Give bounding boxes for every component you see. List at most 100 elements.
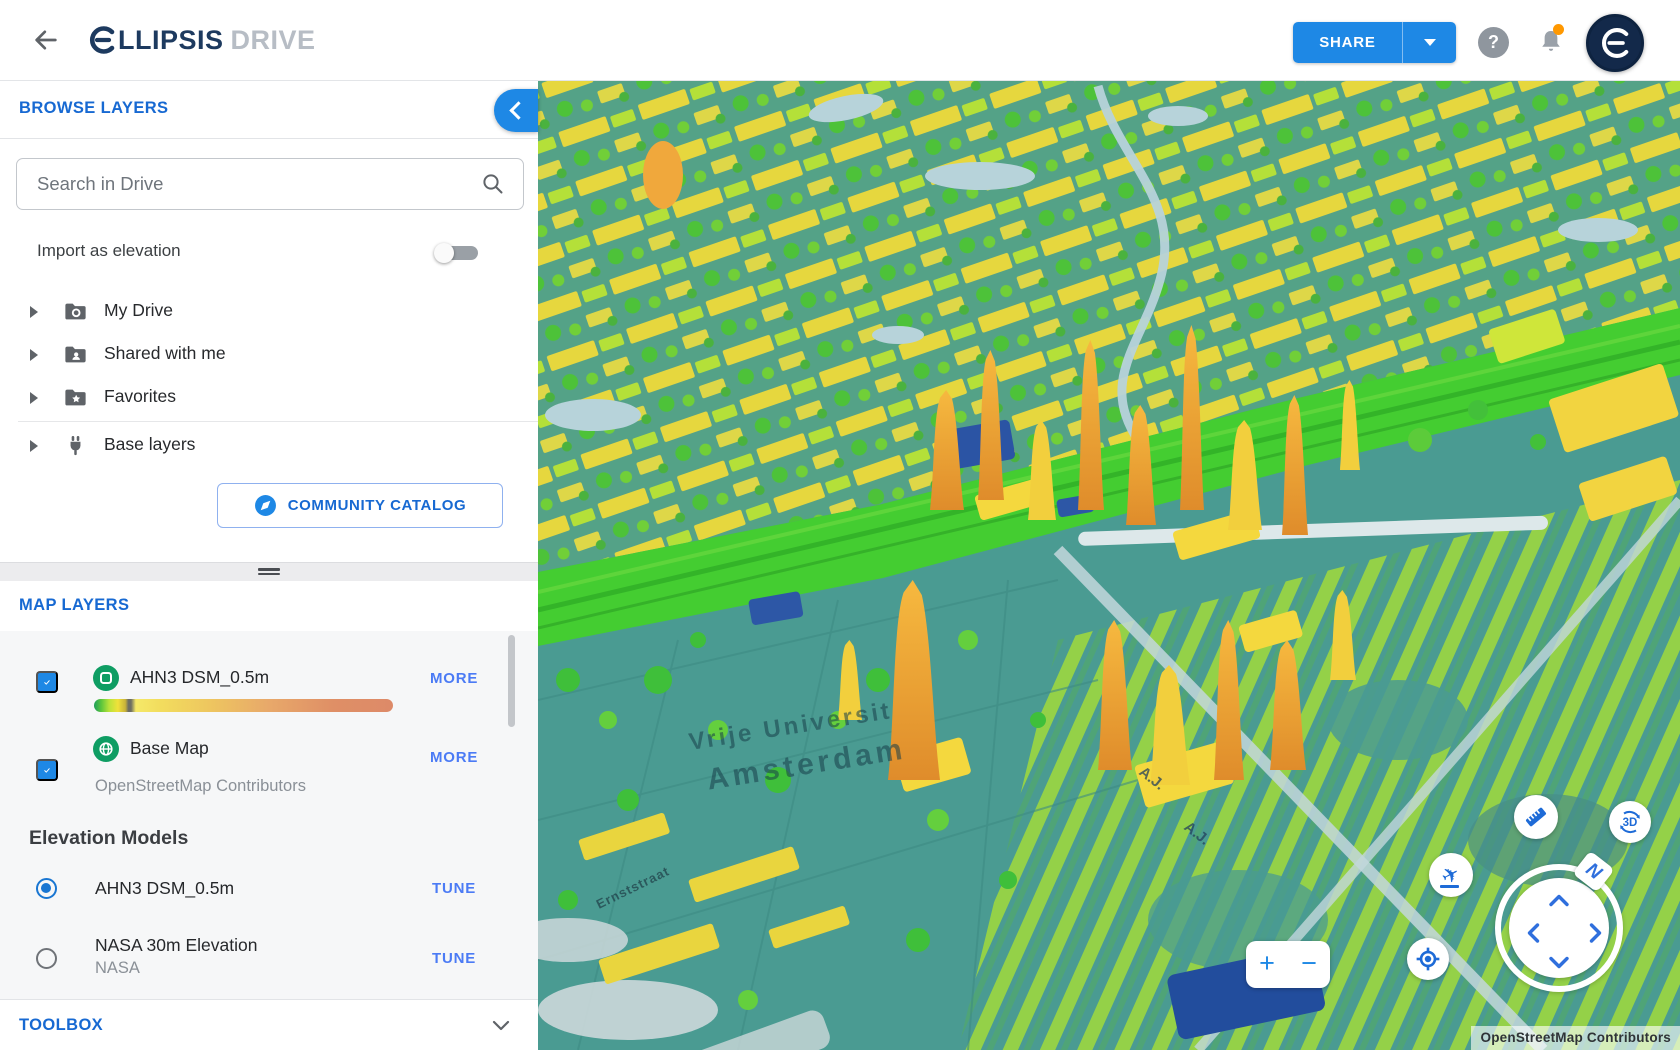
chevron-down-icon (1548, 956, 1570, 969)
import-as-elevation-row: Import as elevation (0, 226, 538, 278)
help-button[interactable]: ? (1478, 27, 1509, 58)
layer-checkbox[interactable] (36, 759, 58, 781)
search-box (16, 158, 524, 210)
layer-name: Base Map (130, 738, 209, 759)
toggle-3d-button[interactable]: 3D (1609, 801, 1651, 843)
fly-to-button[interactable]: ✈ (1429, 853, 1473, 897)
brand-secondary: DRIVE (231, 25, 316, 56)
toolbox-expand-button[interactable] (486, 1013, 512, 1039)
caret-down-icon (1424, 39, 1436, 46)
layer-checkbox[interactable] (36, 671, 58, 693)
app-logo: LLIPSIS DRIVE (88, 22, 316, 58)
drag-handle-icon (258, 568, 280, 575)
import-elevation-toggle[interactable] (434, 242, 480, 264)
toolbox-header[interactable]: TOOLBOX (0, 999, 538, 1050)
check-icon (44, 676, 50, 689)
collapse-sidebar-button[interactable] (494, 89, 538, 132)
browse-layers-header: BROWSE LAYERS (0, 80, 538, 139)
layer-subtitle: OpenStreetMap Contributors (95, 777, 306, 796)
caret-right-icon[interactable] (30, 440, 38, 452)
search-icon (481, 172, 505, 196)
locate-me-button[interactable] (1407, 938, 1449, 980)
rotate-3d-icon: 3D (1616, 808, 1644, 836)
elevation-model-radio-selected[interactable] (36, 878, 57, 899)
share-dropdown-button[interactable] (1402, 22, 1456, 63)
check-icon (44, 764, 50, 777)
import-as-elevation-label: Import as elevation (37, 241, 181, 261)
user-avatar[interactable] (1586, 14, 1644, 72)
layer-more-button[interactable]: MORE (424, 669, 484, 688)
community-catalog-label: COMMUNITY CATALOG (288, 497, 467, 514)
map-layers-title: MAP LAYERS (19, 596, 129, 615)
folder-star-icon (62, 384, 89, 411)
elevation-models-heading: Elevation Models (29, 827, 188, 850)
pan-right-button[interactable] (1583, 922, 1607, 942)
elevation-model-name: NASA 30m Elevation (95, 935, 257, 956)
caret-right-icon[interactable] (30, 306, 38, 318)
drive-tree: My Drive Shared with me Favorites (0, 290, 538, 467)
zoom-out-button[interactable]: − (1288, 941, 1330, 988)
elevation-colormap-legend (94, 699, 393, 712)
plane-takeoff-icon: ✈ (1438, 862, 1463, 889)
chevron-left-icon (1527, 922, 1540, 944)
raster-layer-icon (93, 665, 119, 691)
chevron-left-icon (509, 101, 527, 119)
browse-layers-title: BROWSE LAYERS (19, 99, 168, 118)
zoom-in-button[interactable]: + (1246, 941, 1288, 988)
back-arrow-icon (32, 26, 60, 54)
zoom-control: + − (1246, 941, 1330, 988)
tree-item-label: Base layers (104, 434, 195, 455)
chevron-right-icon (1589, 922, 1602, 944)
share-button[interactable]: SHARE (1293, 22, 1402, 63)
list-scrollbar[interactable] (508, 633, 515, 997)
map-attribution: OpenStreetMap Contributors (1471, 1026, 1680, 1050)
tree-item-shared-with-me[interactable]: Shared with me (0, 333, 538, 376)
tree-item-label: Favorites (104, 386, 176, 407)
community-catalog-button[interactable]: COMMUNITY CATALOG (217, 483, 503, 528)
map-viewport[interactable]: Vrije Universit Amsterdam A.J. A.J. Erns… (538, 80, 1680, 1050)
map-layers-list: AHN3 DSM_0.5m MORE Base Map Op (0, 631, 538, 999)
app-window: LLIPSIS DRIVE SHARE ? BROWSE LAYE (0, 0, 1680, 1050)
compass-icon (254, 494, 277, 517)
plane-ground-bar (1440, 885, 1459, 888)
notifications-button[interactable] (1530, 23, 1566, 61)
svg-text:3D: 3D (1623, 817, 1638, 829)
pan-down-button[interactable] (1547, 954, 1571, 974)
chevron-down-icon (492, 1020, 510, 1031)
elevation-model-subtitle: NASA (95, 959, 140, 978)
chevron-up-icon (1548, 894, 1570, 907)
locate-target-icon (1415, 946, 1441, 972)
map-layers-header: MAP LAYERS (0, 581, 538, 632)
back-button[interactable] (26, 24, 60, 58)
ellipsis-e-icon (88, 24, 116, 56)
pan-left-button[interactable] (1521, 922, 1545, 942)
tree-item-label: My Drive (104, 300, 173, 321)
top-bar: LLIPSIS DRIVE SHARE ? (0, 0, 1680, 81)
plug-icon (62, 432, 89, 459)
caret-right-icon[interactable] (30, 349, 38, 361)
notification-dot (1553, 24, 1564, 35)
layer-name: AHN3 DSM_0.5m (130, 667, 269, 688)
tree-item-favorites[interactable]: Favorites (0, 376, 538, 419)
share-split-button: SHARE (1293, 22, 1456, 63)
scrollbar-thumb[interactable] (508, 635, 515, 727)
left-sidebar: BROWSE LAYERS Import as elevation (0, 80, 538, 1050)
search-input[interactable] (17, 159, 523, 209)
elevation-model-radio[interactable] (36, 948, 57, 969)
toggle-knob (434, 243, 454, 263)
brand-primary: LLIPSIS (118, 25, 224, 56)
tree-item-my-drive[interactable]: My Drive (0, 290, 538, 333)
tree-divider (18, 421, 538, 422)
pan-up-button[interactable] (1547, 892, 1571, 912)
caret-right-icon[interactable] (30, 392, 38, 404)
measure-tool-button[interactable] (1514, 795, 1558, 839)
elevation-tune-button[interactable]: TUNE (426, 879, 482, 898)
panel-resize-handle[interactable] (0, 562, 538, 583)
avatar-e-icon (1599, 25, 1631, 61)
tree-item-base-layers[interactable]: Base layers (0, 424, 538, 467)
globe-layer-icon (93, 736, 119, 762)
elevation-model-name: AHN3 DSM_0.5m (95, 878, 234, 899)
layer-more-button[interactable]: MORE (424, 748, 484, 767)
ruler-icon (1523, 804, 1549, 830)
elevation-tune-button[interactable]: TUNE (426, 949, 482, 968)
